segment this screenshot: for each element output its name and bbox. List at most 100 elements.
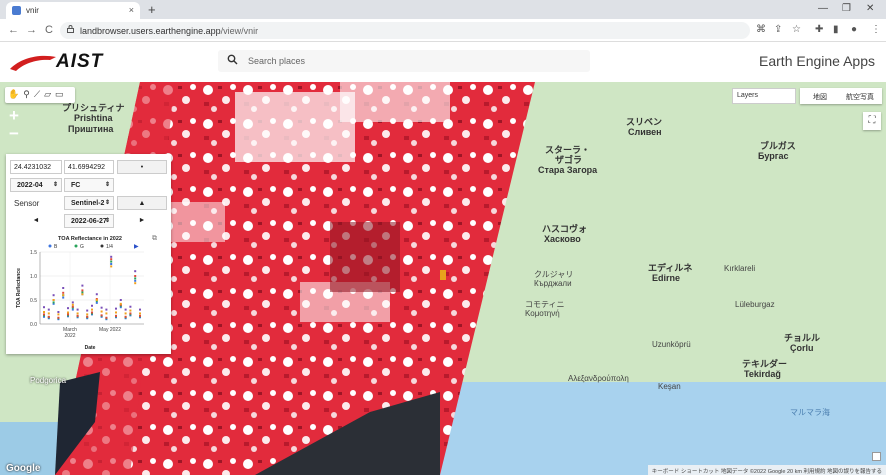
data-point [86,309,89,312]
data-point [91,311,93,314]
data-point [81,293,84,296]
extensions-icon[interactable]: ✚ [815,24,823,35]
zoom-out-button[interactable]: − [5,125,23,144]
y-tick-label: 0.0 [30,322,37,328]
data-point [52,299,55,301]
lock-icon [67,25,74,33]
map-label: Кърджали [534,279,572,288]
point-tool-icon[interactable]: ⚲ [23,89,34,99]
data-point [119,299,122,301]
favicon-icon [12,6,21,15]
share-icon[interactable]: ⇪ [774,24,782,35]
pegman-icon[interactable] [872,452,881,461]
side-panel-icon[interactable]: ▮ [833,24,839,35]
data-point [110,258,113,261]
search-placeholder: Search places [248,56,306,66]
google-logo: Google [6,463,41,474]
data-point [47,312,50,315]
data-point [129,305,132,308]
month-value: 2022-04 [17,182,43,189]
bookmark-star-icon[interactable]: ☆ [792,24,801,35]
next-date-button[interactable]: ► [117,214,167,228]
url-field[interactable]: landbrowser.users.earthengine.app/view/v… [60,22,750,39]
y-axis-label: TOA Reflectance [16,268,22,308]
data-point [71,301,74,304]
translate-icon[interactable]: ⌘ [756,24,766,35]
control-panel: 24.4231032 41.6994292 • 2022-04 ⇕ FC ⇕ Sen… [6,154,171,354]
data-point [95,299,98,301]
data-point [62,291,65,294]
back-button[interactable]: ← [8,24,19,36]
legend-label: G [80,244,84,250]
data-point [57,316,60,319]
data-point [71,303,74,306]
drawing-toolbar[interactable]: ✋⚲⟋▱▭ [5,87,75,103]
map-label: Prishtina [74,113,113,123]
composite-select[interactable]: FC ⇕ [64,178,114,192]
month-select[interactable]: 2022-04 ⇕ [10,178,62,192]
fullscreen-icon[interactable]: ⛶ [863,112,881,130]
composite-value: FC [71,182,81,189]
layers-dropdown[interactable]: Layers [732,88,796,104]
profile-avatar-icon[interactable]: ● [851,24,857,35]
hand-tool-icon[interactable]: ✋ [8,89,23,99]
map-label: Сливен [628,127,662,137]
data-point [95,301,98,304]
map-label: Стара Загора [538,165,598,175]
browser-tab[interactable]: vnir × [6,2,140,19]
data-point [52,294,55,297]
close-window-button[interactable]: ✕ [866,3,874,14]
forward-button[interactable]: → [26,24,37,36]
map-canvas[interactable]: プリシュティナ Prishtina Приштина スリベン Сливен ス… [0,82,886,475]
data-point [100,310,103,313]
map-label: Lüleburgaz [735,300,775,309]
select-arrow-icon: ⇕ [104,218,110,224]
data-point [76,308,79,311]
polygon-tool-icon[interactable]: ▱ [44,89,55,99]
collapse-button[interactable]: ▲ [117,196,167,210]
logo-text: AIST [56,51,104,72]
data-point [129,309,132,312]
data-point [57,311,60,313]
y-tick-label: 0.5 [30,298,37,304]
date-select[interactable]: 2022-06-27 ⇕ [64,214,114,228]
data-point [67,311,69,314]
select-arrow-icon: ⇕ [104,182,110,188]
line-tool-icon[interactable]: ⟋ [34,89,44,99]
y-tick-label: 1.0 [30,274,37,280]
map-label: プリシュティナ [62,103,125,113]
data-point [62,287,65,289]
data-point [134,277,137,280]
prev-date-button[interactable]: ◄ [10,214,62,228]
data-point [81,289,84,292]
data-point [43,306,45,309]
data-point [115,307,117,310]
maximize-button[interactable]: ❐ [842,3,851,14]
data-point [71,305,74,308]
map-label: Приштина [68,124,114,134]
longitude-field[interactable]: 24.4231032 [10,160,62,174]
reflectance-chart[interactable]: TOA Reflectance in 2022B G 1/4 ▶ ⧉ 0.0 0.5 1.0 1… [14,234,166,352]
data-point [139,314,141,317]
map-type-satellite-button[interactable]: 航空写真 [840,88,880,102]
new-tab-button[interactable]: + [148,2,156,17]
app-header: AIST Search places Earth Engine Apps [0,42,886,82]
locate-button[interactable]: • [117,160,167,174]
map-label: ザゴラ [555,155,583,165]
reload-button[interactable]: C [45,24,53,36]
sensor-select[interactable]: Sentinel-2 ⇕ [64,196,114,210]
minimize-button[interactable]: — [818,3,828,14]
map-type-map-button[interactable]: 地図 [800,88,840,102]
menu-kebab-icon[interactable]: ⋮ [871,24,881,35]
url-path: /view/vnir [220,26,259,36]
map-label: クルジャリ [534,270,574,279]
data-point [91,308,93,311]
tab-close-icon[interactable]: × [129,5,134,15]
layers-label: Layers [737,92,759,99]
data-point [47,308,50,311]
rectangle-tool-icon[interactable]: ▭ [55,89,68,99]
latitude-field[interactable]: 41.6994292 [64,160,114,174]
search-input[interactable]: Search places [218,50,590,72]
y-tick-label: 1.5 [30,250,37,256]
data-point [86,313,89,316]
